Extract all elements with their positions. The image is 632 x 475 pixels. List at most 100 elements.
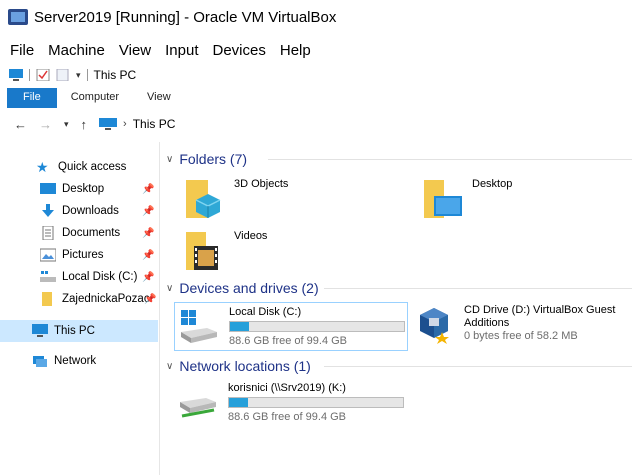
address-bar: ← → ▾ ↑ › This PC: [0, 112, 632, 136]
nav-this-pc-label: This PC: [54, 325, 95, 337]
videos-folder-icon: [182, 230, 226, 274]
folder-label: Desktop: [472, 178, 513, 190]
tab-computer[interactable]: Computer: [57, 88, 133, 108]
group-divider: [268, 159, 632, 160]
folder-videos[interactable]: Videos: [182, 230, 267, 274]
local-disk-icon: [40, 271, 56, 282]
network-icon: [33, 356, 47, 367]
drive-name: korisnici (\\Srv2019) (K:): [228, 382, 346, 394]
drive-local-disk-c[interactable]: Local Disk (C:) 88.6 GB free of 99.4 GB: [174, 302, 408, 351]
nav-item-pictures[interactable]: Pictures 📌: [0, 244, 158, 266]
folders-group-header[interactable]: ∨ Folders (7): [166, 150, 247, 168]
desktop-icon: [40, 183, 56, 194]
collapse-chevron-icon[interactable]: ∨: [166, 361, 173, 372]
breadcrumb-separator-icon[interactable]: ›: [123, 118, 127, 130]
forward-arrow-icon[interactable]: →: [39, 117, 52, 132]
virtualbox-cd-icon: [414, 304, 454, 344]
windows-drive-icon: [179, 306, 219, 346]
folder-desktop[interactable]: Desktop: [420, 178, 512, 222]
recent-locations-icon[interactable]: ▾: [64, 119, 69, 130]
virtualbox-app-icon: [8, 9, 28, 25]
navigation-pane: ★ Quick access Desktop 📌 Downloads 📌 Doc…: [0, 142, 160, 475]
this-pc-address-icon: [99, 118, 118, 130]
network-group-header[interactable]: ∨ Network locations (1): [166, 357, 311, 375]
nav-quick-access-label: Quick access: [58, 161, 127, 173]
vbox-title-bar: Server2019 [Running] - Oracle VM Virtual…: [0, 0, 632, 34]
folder-label: 3D Objects: [234, 178, 289, 190]
pin-icon[interactable]: 📌: [142, 228, 154, 239]
drive-free-space: 88.6 GB free of 99.4 GB: [228, 411, 347, 423]
3d-objects-folder-icon: [182, 178, 226, 222]
group-divider: [324, 366, 632, 367]
drive-name: Local Disk (C:): [229, 306, 302, 318]
drive-usage-bar: [228, 397, 404, 408]
tab-view[interactable]: View: [133, 88, 185, 108]
window-title: Server2019 [Running] - Oracle VM Virtual…: [34, 8, 337, 26]
network-drive-korisnici[interactable]: korisnici (\\Srv2019) (K:) 88.6 GB free …: [178, 382, 404, 424]
pin-icon[interactable]: 📌: [142, 272, 154, 283]
network-group-title: Network locations (1): [179, 358, 311, 374]
nav-item-label: Documents: [62, 227, 121, 239]
desktop-folder-icon: [420, 178, 464, 222]
qat-title: This PC: [93, 68, 137, 82]
menu-view[interactable]: View: [119, 42, 151, 59]
group-divider: [324, 288, 632, 289]
menu-file[interactable]: File: [10, 42, 34, 59]
folders-group-title: Folders (7): [179, 151, 248, 167]
pin-icon[interactable]: 📌: [142, 184, 154, 195]
nav-item-label: ZajednickaPozac: [62, 293, 150, 305]
drive-cd-virtualbox[interactable]: CD Drive (D:) VirtualBox Guest Additions…: [414, 304, 630, 344]
nav-item-desktop[interactable]: Desktop 📌: [0, 178, 158, 200]
collapse-chevron-icon[interactable]: ∨: [166, 283, 173, 294]
drives-group-header[interactable]: ∨ Devices and drives (2): [166, 279, 319, 297]
nav-item-label: Local Disk (C:): [62, 271, 138, 283]
quick-access-toolbar: ▾ This PC: [0, 64, 632, 86]
this-pc-small-icon: [9, 69, 23, 81]
back-arrow-icon[interactable]: ←: [14, 117, 27, 132]
documents-icon: [42, 226, 54, 240]
pin-icon[interactable]: 📌: [142, 250, 154, 261]
new-folder-icon[interactable]: [56, 69, 70, 81]
menu-input[interactable]: Input: [165, 42, 198, 59]
drive-free-space: 88.6 GB free of 99.4 GB: [229, 335, 348, 347]
nav-item-documents[interactable]: Documents 📌: [0, 222, 158, 244]
drive-usage-fill: [229, 398, 249, 407]
qat-divider-2: [86, 69, 88, 81]
breadcrumb-this-pc[interactable]: This PC: [133, 117, 176, 131]
nav-network-label: Network: [54, 355, 97, 367]
nav-quick-access[interactable]: ★ Quick access: [0, 156, 158, 178]
up-arrow-icon[interactable]: ↑: [81, 117, 88, 132]
pin-icon[interactable]: 📌: [144, 294, 156, 305]
vbox-menu-bar: File Machine View Input Devices Help: [0, 38, 632, 62]
folder-icon: [42, 292, 52, 306]
qat-divider: [29, 69, 30, 81]
nav-item-local-disk[interactable]: Local Disk (C:) 📌: [0, 266, 158, 288]
drive-usage-fill: [230, 322, 250, 331]
drive-name: CD Drive (D:) VirtualBox Guest Additions: [464, 304, 616, 329]
menu-devices[interactable]: Devices: [213, 42, 266, 59]
nav-item-label: Downloads: [62, 205, 119, 217]
network-drive-icon: [178, 382, 218, 422]
nav-item-label: Pictures: [62, 249, 104, 261]
nav-item-network[interactable]: Network: [0, 350, 158, 372]
drive-usage-bar: [229, 321, 405, 332]
collapse-chevron-icon[interactable]: ∨: [166, 154, 173, 165]
menu-machine[interactable]: Machine: [48, 42, 105, 59]
pictures-icon: [40, 248, 56, 262]
drive-free-space: 0 bytes free of 58.2 MB: [464, 330, 578, 342]
menu-help[interactable]: Help: [280, 42, 311, 59]
folder-label: Videos: [234, 230, 268, 242]
customize-qat-icon[interactable]: ▾: [76, 70, 81, 81]
tab-file[interactable]: File: [7, 88, 57, 108]
nav-item-downloads[interactable]: Downloads 📌: [0, 200, 158, 222]
download-arrow-icon: [42, 204, 54, 217]
properties-icon[interactable]: [36, 69, 50, 81]
folder-3d-objects[interactable]: 3D Objects: [182, 178, 288, 222]
nav-item-label: Desktop: [62, 183, 105, 195]
ribbon-tabs: File Computer View: [0, 88, 632, 108]
drives-group-title: Devices and drives (2): [179, 280, 319, 296]
pin-icon[interactable]: 📌: [142, 206, 154, 217]
nav-item-zajednicka[interactable]: ZajednickaPozac 📌: [0, 288, 158, 310]
this-pc-icon: [32, 324, 48, 337]
nav-item-this-pc[interactable]: This PC: [0, 320, 158, 342]
